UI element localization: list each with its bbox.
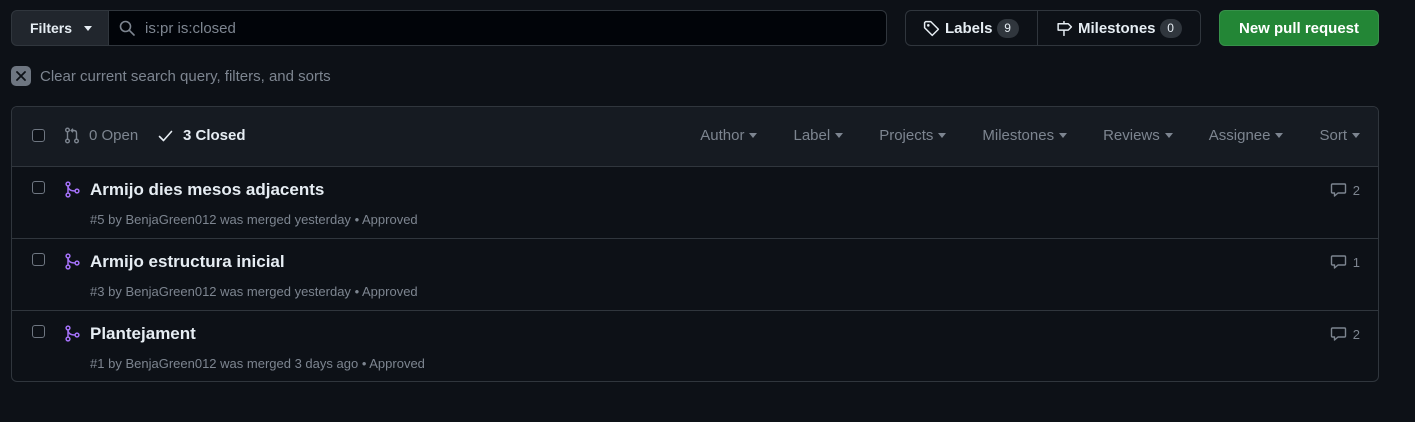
comment-icon [1330,326,1347,342]
comments-count: 2 [1352,326,1360,342]
open-count-label: 0 Open [89,127,139,144]
git-merge-icon [64,325,80,342]
new-pull-request-label: New pull request [1238,19,1360,37]
filters-label: Filters [30,20,73,36]
review-status[interactable]: • Approved [362,356,425,371]
merged-time-text: was merged yesterday [220,212,351,227]
clear-search-query-label: Clear current search query, filters, and… [40,67,331,85]
labels-milestones-group: Labels 9 Milestones 0 [905,10,1201,46]
check-icon [158,130,173,142]
comments-link[interactable]: 2 [1330,326,1360,342]
search-field[interactable] [108,10,887,46]
git-merge-icon [64,253,80,270]
comments-count: 1 [1352,254,1360,270]
pull-request-number: #5 [90,212,105,227]
pull-request-row: Armijo dies mesos adjacents #5 by BenjaG… [12,167,1378,239]
caret-down-icon [1059,133,1068,138]
pull-request-title-link[interactable]: Armijo estructura inicial [90,252,285,272]
by-text: by [108,284,122,299]
pull-request-title-link[interactable]: Plantejament [90,324,196,344]
pull-request-row: Armijo estructura inicial #3 by BenjaGre… [12,239,1378,311]
labels-count-badge: 9 [996,18,1019,38]
closed-filter-link[interactable]: 3 Closed [158,127,246,144]
closed-count-label: 3 Closed [183,127,246,144]
projects-filter-label: Projects [879,127,934,144]
top-toolbar: Filters Labels 9 Milestones 0 New pull r… [11,10,1379,46]
tag-icon [923,20,940,37]
label-filter-label: Label [793,127,831,144]
milestones-button[interactable]: Milestones 0 [1038,11,1200,45]
new-pull-request-button[interactable]: New pull request [1219,10,1379,46]
reviews-filter-label: Reviews [1103,127,1160,144]
sort-label: Sort [1319,127,1347,144]
pull-request-meta: #5 by BenjaGreen012 was merged yesterday… [90,212,418,227]
comment-icon [1330,254,1347,270]
pull-request-title-link[interactable]: Armijo dies mesos adjacents [90,180,324,200]
list-filter-menu: Author Label Projects Milestones Reviews… [664,127,1360,144]
pull-request-checkbox[interactable] [32,181,45,194]
comment-icon [1330,182,1347,198]
projects-filter-dropdown[interactable]: Projects [879,127,947,144]
pull-request-row: Plantejament #1 by BenjaGreen012 was mer… [12,311,1378,381]
search-icon [119,20,135,36]
review-status[interactable]: • Approved [355,284,418,299]
comments-link[interactable]: 1 [1330,254,1360,270]
merged-time-text: was merged 3 days ago [220,356,359,371]
milestones-label: Milestones [1078,19,1156,37]
list-header: 0 Open 3 Closed Author Label Projects Mi… [12,107,1378,167]
author-link[interactable]: BenjaGreen012 [125,284,216,299]
comments-link[interactable]: 2 [1330,182,1360,198]
label-filter-dropdown[interactable]: Label [793,127,844,144]
milestones-filter-label: Milestones [982,127,1055,144]
by-text: by [108,356,122,371]
pull-request-checkbox[interactable] [32,325,45,338]
caret-down-icon [1164,133,1173,138]
author-link[interactable]: BenjaGreen012 [125,212,216,227]
labels-label: Labels [945,19,993,37]
sort-dropdown[interactable]: Sort [1319,127,1360,144]
pull-request-number: #3 [90,284,105,299]
caret-down-icon [938,133,947,138]
filters-button[interactable]: Filters [11,10,109,46]
assignee-filter-dropdown[interactable]: Assignee [1209,127,1284,144]
search-input[interactable] [145,19,845,37]
caret-down-icon [1352,133,1360,138]
pull-request-list: 0 Open 3 Closed Author Label Projects Mi… [11,106,1379,382]
caret-down-icon [84,25,93,31]
pull-request-checkbox[interactable] [32,253,45,266]
author-filter-label: Author [700,127,745,144]
open-filter-link[interactable]: 0 Open [64,127,138,144]
author-link[interactable]: BenjaGreen012 [125,356,216,371]
review-status[interactable]: • Approved [355,212,418,227]
git-merge-icon [64,181,80,198]
pull-request-meta: #1 by BenjaGreen012 was merged 3 days ag… [90,356,425,371]
labels-button[interactable]: Labels 9 [906,11,1038,45]
caret-down-icon [835,133,844,138]
select-all-checkbox[interactable] [32,129,45,142]
assignee-filter-label: Assignee [1208,127,1271,144]
reviews-filter-dropdown[interactable]: Reviews [1103,127,1173,144]
milestones-count-badge: 0 [1159,18,1182,38]
milestone-icon [1056,20,1073,37]
comments-count: 2 [1352,182,1360,198]
pull-request-number: #1 [90,356,105,371]
author-filter-dropdown[interactable]: Author [700,127,758,144]
pull-request-meta: #3 by BenjaGreen012 was merged yesterday… [90,284,418,299]
by-text: by [108,212,122,227]
caret-down-icon [1275,133,1284,138]
clear-search-query-link[interactable]: Clear current search query, filters, and… [11,66,331,86]
caret-down-icon [749,133,758,138]
merged-time-text: was merged yesterday [220,284,351,299]
git-pull-request-icon [64,127,80,144]
x-icon [11,66,31,86]
milestones-filter-dropdown[interactable]: Milestones [982,127,1068,144]
